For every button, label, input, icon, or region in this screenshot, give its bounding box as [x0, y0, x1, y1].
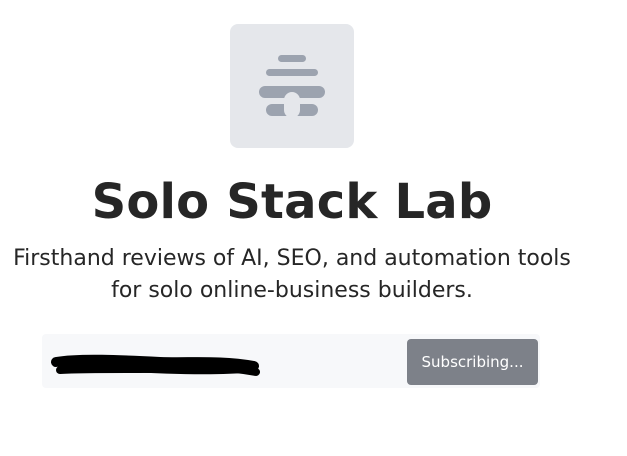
page-title: Solo Stack Lab: [91, 174, 493, 230]
subscribe-button[interactable]: Subscribing...: [407, 339, 538, 385]
beehive-icon: [259, 55, 325, 118]
email-redaction-scribble: [51, 354, 260, 376]
page-subtitle: Firsthand reviews of AI, SEO, and automa…: [13, 246, 571, 303]
newsletter-signup-page: Solo Stack Lab Firsthand reviews of AI, …: [0, 0, 627, 456]
publication-logo: [230, 24, 354, 148]
